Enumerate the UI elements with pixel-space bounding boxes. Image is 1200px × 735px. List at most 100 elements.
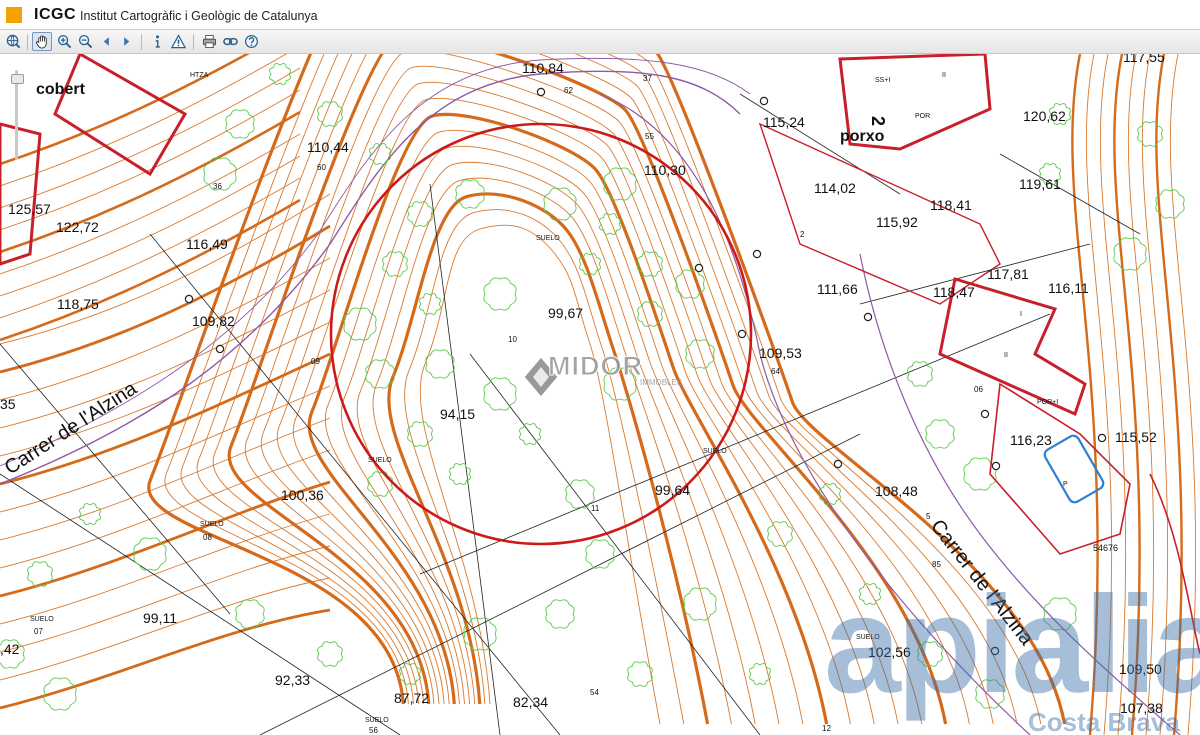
app-logo: ICGC: [34, 6, 76, 23]
zoom-slider-handle[interactable]: [11, 74, 24, 84]
tree-crown-outline: [382, 251, 408, 277]
elevation-label: 99,64: [655, 482, 690, 498]
building-label: POR+I: [1037, 399, 1058, 406]
map-viewport[interactable]: Carrer de l'Alzina Carrer de l'Alzina co…: [0, 54, 1200, 735]
tree-crown-outline: [79, 503, 101, 525]
globe-icon: [6, 34, 20, 49]
survey-marker: [863, 312, 873, 322]
tree-crown-outline: [483, 277, 517, 311]
contour-label: 60: [317, 163, 326, 172]
boundary-line: [0, 473, 401, 735]
elevation-label: 114,02: [814, 180, 856, 196]
survey-marker: [752, 249, 762, 259]
elevation-label: 100,36: [281, 487, 324, 503]
midor-watermark-subtext: IMMOBLES: [640, 378, 682, 387]
zoom-in-button[interactable]: [54, 32, 74, 51]
suelo-label: SUELO: [368, 457, 392, 464]
contour-label: 06: [974, 385, 983, 394]
elevation-label: 109,82: [192, 313, 235, 329]
building-label: HTZA: [190, 72, 209, 79]
boundary-line: [259, 433, 861, 735]
info-button[interactable]: [147, 32, 167, 51]
elevation-label: 117,55: [1123, 54, 1165, 65]
tree-crown-outline: [907, 361, 933, 387]
tree-crown-outline: [683, 587, 717, 621]
tree-crown-outline: [627, 661, 653, 687]
building-outline: [53, 54, 188, 177]
apialia-watermark-subtext: Costa Brava: [1028, 707, 1180, 735]
suelo-label: SUELO: [365, 717, 389, 724]
zoom-out-button[interactable]: [75, 32, 95, 51]
boundary-line: [0, 343, 231, 615]
warning-icon: [170, 34, 186, 49]
elevation-label: 116,23: [1010, 432, 1052, 448]
contour-line: [0, 54, 288, 187]
title-bar: ICGC Institut Cartogràfic i Geològic de …: [0, 0, 1200, 30]
highlight-circle: [329, 122, 753, 546]
contour-line: [0, 513, 331, 625]
contour-label: 2: [800, 230, 805, 239]
help-button[interactable]: [241, 32, 261, 51]
hand-icon: [35, 35, 47, 49]
elevation-label: 117,81: [987, 266, 1029, 282]
tree-crown-outline: [749, 663, 771, 685]
tree-crown-outline: [317, 641, 343, 667]
contour-label: 5: [926, 512, 931, 521]
elevation-label: 110,44: [307, 139, 349, 155]
place-label: porxo: [840, 128, 885, 145]
building-label: SS+I: [875, 77, 890, 84]
tree-crown-outline: [419, 293, 441, 315]
print-button[interactable]: [199, 32, 219, 51]
contour-label: 54: [590, 688, 599, 697]
info-icon: [155, 35, 160, 48]
elevation-label: 109,53: [759, 345, 802, 361]
tree-crown-outline: [425, 349, 455, 379]
survey-marker: [980, 409, 990, 419]
survey-marker: [833, 459, 843, 469]
zoom-slider[interactable]: [10, 70, 24, 160]
elevation-label: ,42: [0, 641, 20, 657]
elevation-label: 115,92: [876, 214, 918, 230]
boundary-line: [999, 153, 1141, 235]
building-label: P: [1063, 481, 1068, 488]
building-label: I: [1020, 311, 1022, 318]
elevation-label: 118,75: [57, 296, 99, 312]
elevation-label: 119,61: [1019, 176, 1061, 192]
pan-button[interactable]: [32, 32, 52, 51]
contour-label: 37: [643, 74, 652, 83]
survey-marker: [759, 96, 769, 106]
elevation-label: 115,52: [1115, 429, 1157, 445]
suelo-label: SUELO: [30, 616, 54, 623]
map-toolbar: [0, 30, 1200, 54]
parcel-outline: [989, 382, 1131, 555]
survey-marker: [737, 329, 747, 339]
link-icon: [222, 37, 238, 46]
link-button[interactable]: [220, 32, 240, 51]
topographic-map[interactable]: Carrer de l'Alzina Carrer de l'Alzina co…: [0, 54, 1200, 735]
zoom-in-icon: [57, 34, 71, 49]
survey-marker: [991, 461, 1001, 471]
contour-line: [276, 81, 875, 725]
elevation-label: 99,67: [548, 305, 583, 321]
tree-crown-outline: [1113, 237, 1147, 271]
building-label: II: [942, 72, 946, 79]
elevation-label: 99,11: [143, 610, 177, 626]
contour-label: 11: [591, 504, 600, 513]
survey-marker: [215, 344, 225, 354]
contour-label: 55: [645, 132, 654, 141]
overview-button[interactable]: [3, 32, 23, 51]
contour-line: [372, 177, 732, 725]
contour-label: 36: [213, 182, 222, 191]
app-title: Institut Cartogràfic i Geològic de Catal…: [80, 9, 318, 23]
zoom-out-icon: [78, 34, 92, 49]
tree-crown-outline: [545, 599, 575, 629]
warning-button[interactable]: [168, 32, 188, 51]
tree-crown-outline: [317, 101, 343, 127]
next-extent-button[interactable]: [116, 32, 136, 51]
previous-extent-button[interactable]: [96, 32, 116, 51]
printer-icon: [202, 34, 216, 49]
elevation-label: 108,48: [875, 483, 918, 499]
survey-marker: [536, 87, 546, 97]
tree-crown-outline: [343, 307, 377, 341]
elevation-label: 122,72: [56, 219, 99, 235]
